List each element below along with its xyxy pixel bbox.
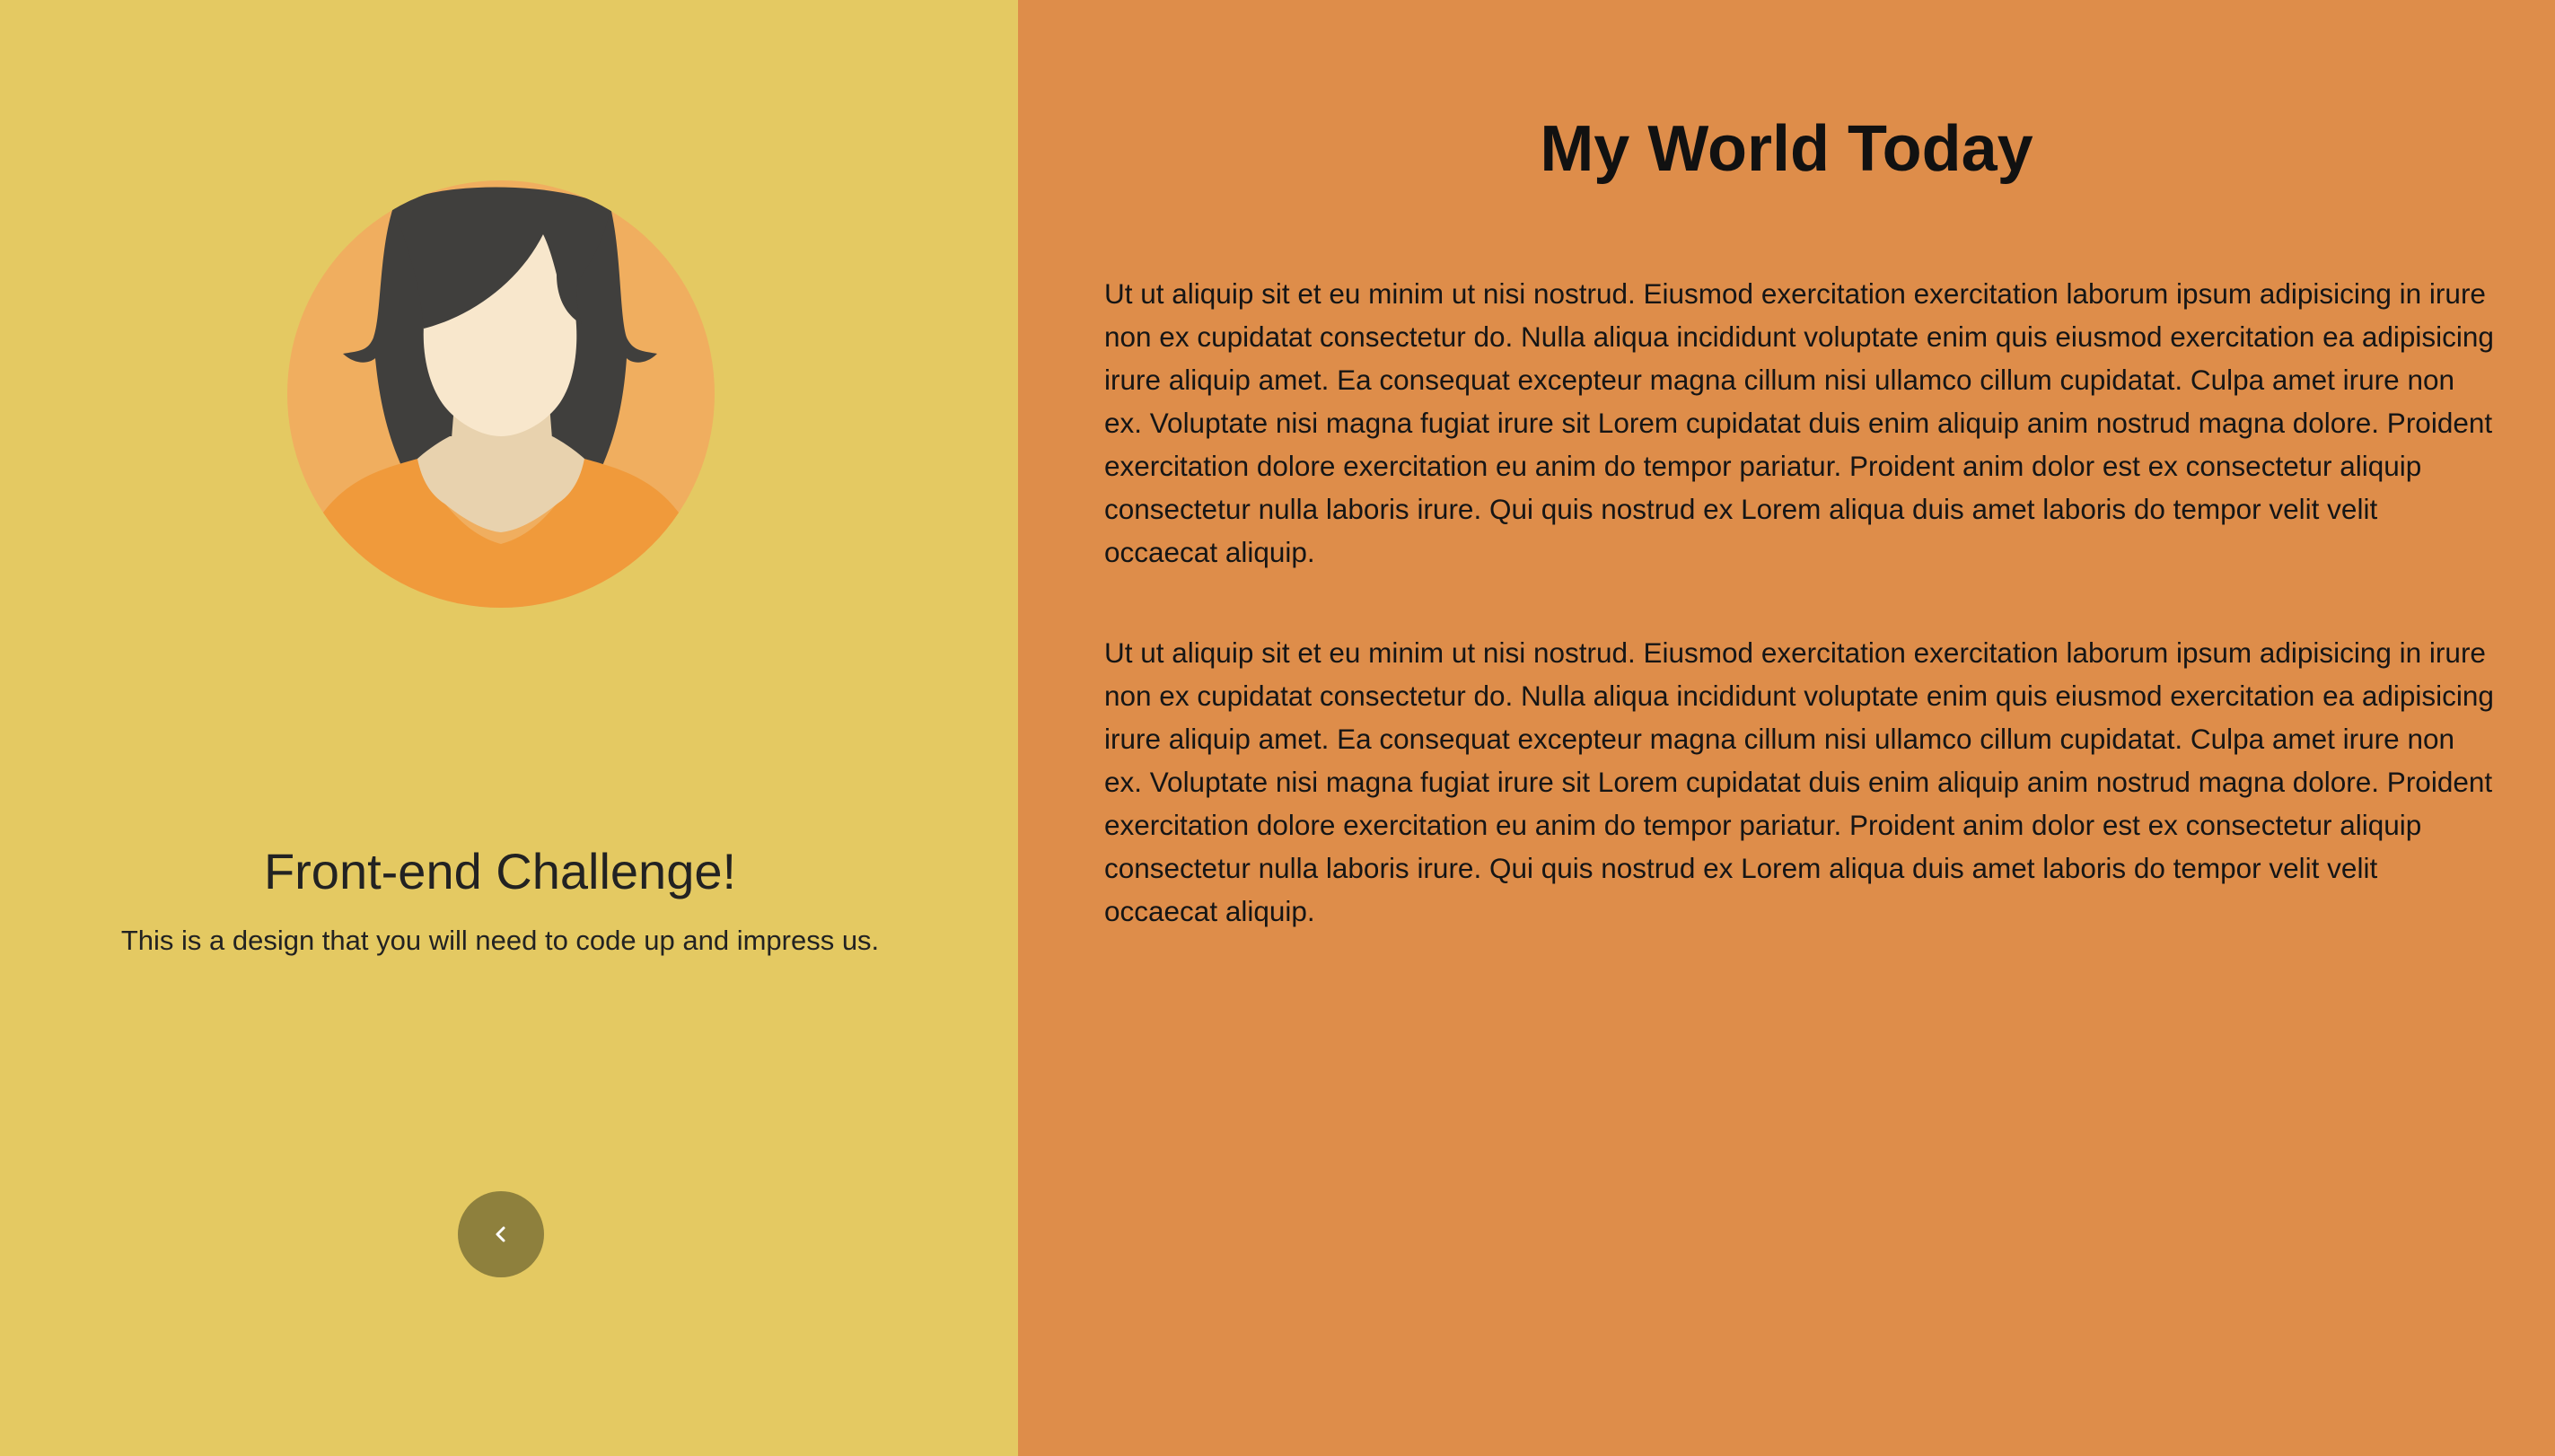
back-button[interactable] [458,1191,544,1277]
left-panel: Front-end Challenge! This is a design th… [0,0,1018,1456]
page-title: My World Today [1540,113,2033,185]
page: Front-end Challenge! This is a design th… [0,0,2555,1456]
body-paragraph-2: Ut ut aliquip sit et eu minim ut nisi no… [1104,636,2494,927]
right-panel: My World Today Ut ut aliquip sit et eu m… [1018,0,2555,1456]
body-paragraph-1: Ut ut aliquip sit et eu minim ut nisi no… [1104,277,2494,568]
chevron-left-icon [491,1224,511,1244]
challenge-title: Front-end Challenge! [263,843,737,899]
challenge-subtitle: This is a design that you will need to c… [120,925,880,956]
woman-avatar-icon [287,180,715,608]
